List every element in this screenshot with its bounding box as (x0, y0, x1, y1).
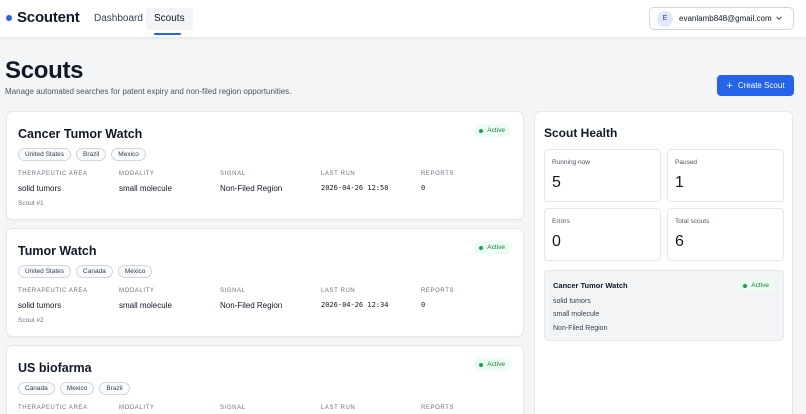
top-navigation-bar: Scoutent Dashboard Scouts E evanlamb848@… (0, 0, 806, 38)
region-tag: Mexico (59, 382, 95, 395)
last-run-field: LAST RUN 2026-04-26 12:34 (321, 288, 388, 309)
status-badge: Active (738, 279, 775, 292)
scout-card[interactable]: Tumor Watch Active United States Canada … (6, 228, 524, 337)
stat-label: Paused (675, 159, 698, 166)
scout-preview-card[interactable]: Cancer Tumor Watch Active solid tumors s… (544, 270, 784, 341)
scout-card[interactable]: Cancer Tumor Watch Active United States … (6, 111, 524, 220)
stat-label: Errors (552, 218, 570, 225)
active-tab-indicator (154, 33, 181, 35)
therapeutic-area-field: THERAPEUTIC AREA solid tumors (18, 171, 88, 193)
modality-field: MODALITY small molecule (119, 288, 172, 310)
preview-therapeutic-area: solid tumors (553, 298, 591, 305)
stat-label: Running now (552, 159, 590, 166)
reports-field: REPORTS 0 (421, 171, 454, 192)
stat-value: 0 (552, 233, 561, 250)
brand-dot-icon (6, 14, 12, 21)
region-tag: United States (18, 265, 72, 278)
field-label: MODALITY (119, 288, 155, 294)
signal-field: SIGNAL Non-Filed Region (220, 288, 282, 310)
stat-value: 6 (675, 233, 684, 250)
stat-paused: Paused 1 (667, 149, 784, 202)
scout-title[interactable]: Tumor Watch (18, 244, 96, 258)
region-tag: Brazil (76, 148, 107, 161)
field-value: Non-Filed Region (220, 184, 283, 193)
scout-title[interactable]: US biofarma (18, 361, 92, 375)
preview-signal: Non-Filed Region (553, 325, 608, 332)
page-title: Scouts (5, 57, 84, 84)
scout-card[interactable]: US biofarma Active Canada Mexico Brazil … (6, 345, 524, 414)
region-tags: United States Brazil Mexico (18, 148, 151, 161)
field-value: 2026-04-26 12:34 (321, 301, 389, 309)
field-value: 0 (421, 301, 426, 309)
create-scout-button[interactable]: + Create Scout (717, 75, 794, 96)
region-tag: Canada (18, 382, 55, 395)
field-label: SIGNAL (220, 288, 246, 294)
field-label: SIGNAL (220, 405, 246, 411)
avatar: E (657, 11, 673, 27)
modality-field: MODALITY small molecule (119, 171, 172, 193)
chevron-down-icon (776, 16, 782, 21)
field-label: MODALITY (119, 171, 155, 177)
status-badge: Active (474, 358, 511, 371)
field-label: THERAPEUTIC AREA (18, 171, 88, 177)
field-label: REPORTS (421, 171, 455, 177)
region-tag: Mexico (117, 265, 153, 278)
stat-total-scouts: Total scouts 6 (667, 208, 784, 261)
region-tags: Canada Mexico Brazil (18, 382, 135, 395)
scout-id: Scout #1 (18, 200, 44, 207)
field-label: MODALITY (119, 405, 155, 411)
stat-label: Total scouts (675, 218, 710, 225)
field-value: small molecule (119, 301, 172, 310)
field-label: LAST RUN (321, 405, 356, 411)
scout-id: Scout #2 (18, 317, 44, 324)
reports-field: REPORTS 0 (421, 288, 454, 309)
preview-title: Cancer Tumor Watch (553, 281, 628, 290)
field-value: 0 (421, 184, 426, 192)
nav-tab-scouts[interactable]: Scouts (146, 8, 193, 30)
signal-field: SIGNAL (220, 405, 246, 411)
field-value: Non-Filed Region (220, 301, 283, 310)
stat-errors: Errors 0 (544, 208, 661, 261)
stat-running-now: Running now 5 (544, 149, 661, 202)
therapeutic-area-field: THERAPEUTIC AREA solid tumors (18, 288, 88, 310)
stat-value: 5 (552, 174, 561, 191)
field-value: small molecule (119, 184, 172, 193)
brand-logo[interactable]: Scoutent (6, 9, 80, 26)
signal-field: SIGNAL Non-Filed Region (220, 171, 282, 193)
region-tag: Mexico (111, 148, 146, 161)
field-label: REPORTS (421, 405, 455, 411)
scout-health-panel: Scout Health Running now 5 Paused 1 Erro… (534, 111, 793, 414)
therapeutic-area-field: THERAPEUTIC AREA (18, 405, 88, 411)
reports-field: REPORTS (421, 405, 454, 411)
field-value: 2026-04-26 12:50 (321, 184, 389, 192)
plus-icon: + (726, 80, 733, 92)
page-subtitle: Manage automated searches for patent exp… (5, 87, 292, 96)
status-badge: Active (474, 241, 511, 254)
panel-title: Scout Health (544, 126, 618, 140)
last-run-field: LAST RUN 2026-04-26 12:50 (321, 171, 388, 192)
region-tag: Canada (76, 265, 113, 278)
nav-tab-dashboard[interactable]: Dashboard (86, 8, 151, 30)
region-tags: United States Canada Mexico (18, 265, 157, 278)
region-tag: United States (18, 148, 72, 161)
preview-modality: small molecule (553, 311, 600, 318)
field-label: THERAPEUTIC AREA (18, 405, 88, 411)
scout-title[interactable]: Cancer Tumor Watch (18, 127, 142, 141)
field-value: solid tumors (18, 184, 62, 193)
field-label: SIGNAL (220, 171, 246, 177)
stat-value: 1 (675, 174, 684, 191)
field-label: LAST RUN (321, 288, 356, 294)
field-label: THERAPEUTIC AREA (18, 288, 88, 294)
last-run-field: LAST RUN (321, 405, 355, 411)
status-badge: Active (474, 124, 511, 137)
field-label: LAST RUN (321, 171, 356, 177)
create-scout-label: Create Scout (737, 81, 785, 90)
account-email: evanlamb848@gmail.com (679, 14, 772, 23)
field-value: solid tumors (18, 301, 62, 310)
brand-name: Scoutent (17, 9, 80, 26)
modality-field: MODALITY (119, 405, 154, 411)
field-label: REPORTS (421, 288, 455, 294)
region-tag: Brazil (99, 382, 130, 395)
account-menu-button[interactable]: E evanlamb848@gmail.com (649, 7, 794, 30)
